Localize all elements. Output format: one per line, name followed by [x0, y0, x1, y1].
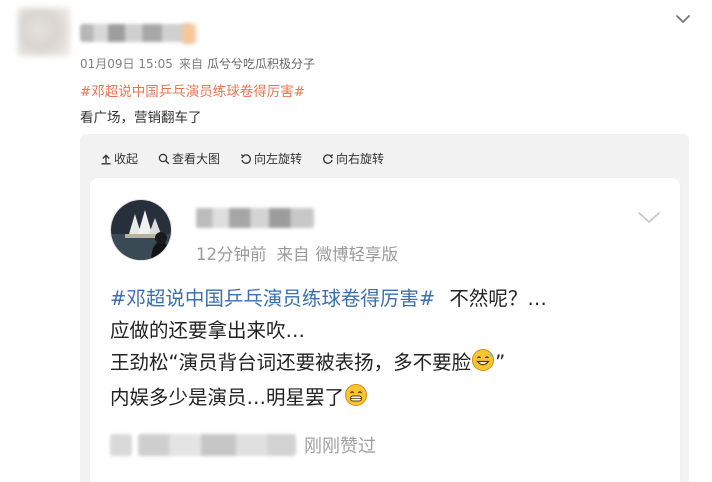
source-name[interactable]: 瓜兮兮吃瓜积极分子	[207, 57, 315, 71]
view-large-label: 查看大图	[172, 152, 221, 166]
rotate-right-label: 向右旋转	[336, 152, 385, 166]
likes-suffix: 刚刚赞过	[304, 436, 376, 457]
embedded-avatar[interactable]	[110, 199, 172, 261]
view-large-button[interactable]: 查看大图	[158, 150, 220, 167]
source-prefix: 来自	[178, 57, 203, 71]
post-timestamp[interactable]: 01月09日 15:05	[80, 57, 173, 71]
rotate-left-label: 向左旋转	[254, 152, 303, 166]
post-text: 看广场，营销翻车了	[80, 110, 202, 126]
embedded-hashtag: #邓超说中国乒乓演员练球卷得厉害#	[110, 287, 436, 310]
collapse-button[interactable]: 收起	[100, 150, 138, 167]
rotate-left-icon	[240, 153, 251, 164]
rotate-right-icon	[323, 153, 334, 164]
embedded-meta: 12分钟前 来自 微博轻享版	[196, 241, 398, 265]
likes-row: 刚刚赞过	[110, 432, 376, 458]
embedded-line-3-text: 王劲松“演员背台词还要被表扬，多不要脸	[110, 351, 472, 374]
user-badge-blurred	[182, 24, 196, 44]
embedded-line-1: #邓超说中国乒乓演员练球卷得厉害# 不然呢？…	[110, 283, 547, 315]
grin-emoji	[344, 383, 368, 417]
embedded-line-4-text: 内娱多少是演员…明星罢了	[110, 386, 345, 409]
chevron-down-icon[interactable]	[674, 10, 692, 28]
sweat-smile-emoji	[471, 348, 495, 382]
username-blurred[interactable]	[80, 24, 192, 42]
embedded-text: #邓超说中国乒乓演员练球卷得厉害# 不然呢？… 应做的还要拿出来吹… 王劲松“演…	[110, 283, 547, 417]
viewer-toolbar: 收起 查看大图 向左旋转 向右旋转	[100, 150, 384, 167]
avatar[interactable]	[18, 8, 70, 56]
embedded-source-name: 微博轻享版	[315, 245, 399, 264]
chevron-down-icon	[636, 208, 662, 228]
rotate-right-button[interactable]: 向右旋转	[322, 150, 384, 167]
collapse-label: 收起	[114, 152, 139, 166]
embedded-line-4: 内娱多少是演员…明星罢了	[110, 382, 547, 417]
embedded-source-prefix: 来自	[276, 245, 310, 264]
embedded-line-2: 应做的还要拿出来吹…	[110, 319, 306, 342]
embedded-line-1-rest: 不然呢？…	[449, 287, 547, 310]
embedded-time: 12分钟前	[196, 245, 267, 264]
post-meta: 01月09日 15:05 来自 瓜兮兮吃瓜积极分子	[80, 55, 315, 72]
arrow-up-icon	[101, 153, 111, 164]
magnifier-icon	[158, 153, 170, 164]
rotate-left-button[interactable]: 向左旋转	[240, 150, 302, 167]
embedded-line-3-end: ”	[495, 351, 506, 374]
embedded-username-blurred[interactable]	[196, 208, 314, 228]
liker-avatar-blurred	[110, 434, 132, 456]
liker-names-blurred	[138, 434, 296, 456]
embedded-line-3: 王劲松“演员背台词还要被表扬，多不要脸 ”	[110, 347, 547, 382]
post-hashtag[interactable]: #邓超说中国乒乓演员练球卷得厉害#	[80, 80, 305, 100]
